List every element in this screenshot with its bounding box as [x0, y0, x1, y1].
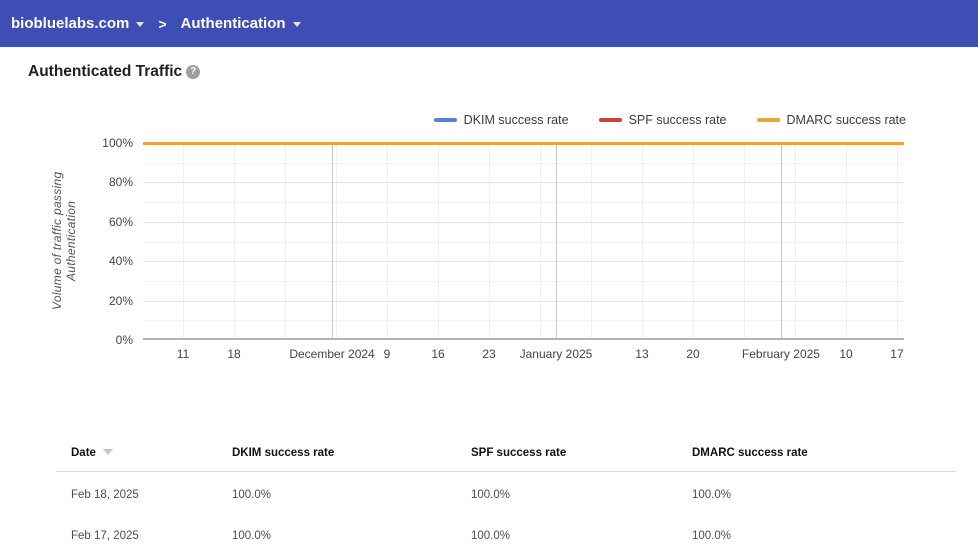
section-dropdown[interactable]: Authentication: [181, 15, 301, 32]
horizontal-gridline: [143, 221, 904, 223]
horizontal-gridline: [143, 320, 904, 322]
column-header-dkim-label: DKIM success rate: [232, 447, 335, 459]
y-tick-label: 40%: [108, 254, 133, 269]
help-icon[interactable]: ?: [186, 65, 201, 79]
x-axis-labels: 11 18 9 16 23 13 20 10 17 December 2024 January 20…: [143, 347, 904, 363]
month-boundary-gridline: [332, 143, 334, 338]
x-tick-label: 16: [431, 347, 445, 361]
table-cell-spf: 100.0%: [471, 489, 511, 501]
y-tick-label: 100%: [102, 136, 133, 150]
legend-item-label: DKIM success rate: [463, 113, 569, 127]
legend-item: SPF success rate: [598, 113, 727, 127]
table-cell-dkim: 100.0%: [232, 530, 272, 542]
x-tick-label: 13: [635, 347, 649, 361]
month-boundary-gridline: [780, 143, 782, 338]
legend-line-swatch-icon: [433, 118, 457, 122]
results-table: Date DKIM success rate SPF success rate …: [0, 440, 978, 542]
legend-line-swatch-icon: [598, 118, 622, 122]
column-header-spf-label: SPF success rate: [471, 447, 567, 459]
horizontal-gridline: [143, 182, 904, 184]
page-title-row: Authenticated Traffic ?: [28, 63, 201, 81]
table-cell-dkim: 100.0%: [232, 489, 272, 501]
domain-dropdown[interactable]: biobluelabs.com: [11, 15, 145, 32]
vertical-gridline: [591, 143, 592, 338]
x-month-label: January 2025: [519, 347, 593, 361]
y-tick-label: 80%: [108, 175, 133, 190]
x-tick-label: 18: [227, 347, 241, 361]
chevron-down-icon: [292, 22, 301, 27]
vertical-gridline: [183, 143, 185, 338]
legend-item-label: SPF success rate: [628, 113, 727, 127]
top-nav-bar: biobluelabs.com > Authentication: [0, 0, 978, 47]
table-body: Feb 18, 2025 100.0% 100.0% 100.0% Feb 17, 20…: [0, 472, 978, 542]
column-header-date[interactable]: Date: [71, 447, 232, 471]
horizontal-gridline: [143, 241, 904, 243]
vertical-gridline: [285, 143, 286, 338]
vertical-gridline: [896, 143, 898, 338]
vertical-gridline: [795, 143, 797, 338]
chart-plot-area: [143, 142, 904, 340]
x-tick-label: 10: [839, 347, 853, 361]
x-tick-label: 17: [890, 347, 904, 361]
x-tick-label: 11: [176, 347, 190, 361]
legend-line-swatch-icon: [756, 118, 780, 122]
x-month-label: February 2025: [741, 347, 820, 361]
vertical-gridline: [489, 143, 491, 338]
column-header-spf: SPF success rate: [471, 447, 692, 471]
y-axis-labels: 0% 20% 40% 60% 80% 100%: [88, 136, 133, 347]
vertical-gridline: [744, 143, 746, 338]
table-cell-spf: 100.0%: [471, 530, 511, 542]
vertical-gridline: [438, 143, 440, 338]
legend-item: DKIM success rate: [433, 113, 569, 127]
table-cell-dmarc: 100.0%: [692, 489, 732, 501]
x-tick-label: 9: [383, 347, 391, 361]
column-header-dmarc-label: DMARC success rate: [692, 447, 808, 459]
horizontal-gridline: [143, 261, 904, 263]
breadcrumb-chevron-right-icon: >: [158, 15, 167, 32]
table-cell-date: Feb 18, 2025: [71, 489, 139, 501]
column-header-dkim: DKIM success rate: [232, 447, 471, 471]
x-tick-label: 20: [686, 347, 700, 361]
month-boundary-gridline: [555, 143, 557, 338]
sort-descending-icon: [102, 449, 113, 455]
domain-dropdown-label: biobluelabs.com: [11, 15, 130, 32]
authenticated-traffic-chart: DKIM success rate SPF success rate DMARC s…: [0, 100, 978, 380]
horizontal-gridline: [143, 162, 904, 164]
table-cell-dmarc: 100.0%: [692, 530, 732, 542]
horizontal-gridline: [143, 280, 904, 282]
chevron-down-icon: [136, 22, 145, 27]
vertical-gridline: [846, 143, 847, 338]
vertical-gridline: [234, 143, 235, 338]
horizontal-gridline: [143, 300, 904, 302]
table-row: Feb 17, 2025 100.0% 100.0% 100.0%: [71, 501, 978, 542]
section-dropdown-label: Authentication: [180, 15, 286, 32]
column-header-dmarc: DMARC success rate: [692, 447, 978, 471]
vertical-gridline: [641, 143, 643, 338]
vertical-gridline: [386, 143, 388, 338]
legend-item-label: DMARC success rate: [786, 113, 906, 127]
vertical-gridline: [692, 143, 694, 338]
table-cell-date: Feb 17, 2025: [71, 530, 139, 542]
vertical-gridline: [335, 143, 337, 338]
column-header-date-label: Date: [71, 447, 96, 459]
x-month-label: December 2024: [289, 347, 375, 361]
horizontal-gridline: [143, 202, 904, 204]
y-tick-label: 20%: [108, 293, 133, 308]
vertical-gridline: [540, 143, 541, 338]
page-title: Authenticated Traffic: [28, 63, 183, 80]
series-line-dmarc: [143, 142, 904, 145]
y-tick-label: 60%: [108, 214, 133, 229]
y-axis-title: Volume of traffic passing Authentication: [50, 171, 78, 311]
chart-legend: DKIM success rate SPF success rate DMARC s…: [404, 113, 906, 127]
table-header-row: Date DKIM success rate SPF success rate …: [71, 440, 978, 471]
legend-item: DMARC success rate: [756, 113, 906, 127]
table-row: Feb 18, 2025 100.0% 100.0% 100.0%: [71, 472, 978, 501]
x-tick-label: 23: [482, 347, 496, 361]
y-tick-label: 0%: [115, 333, 133, 347]
